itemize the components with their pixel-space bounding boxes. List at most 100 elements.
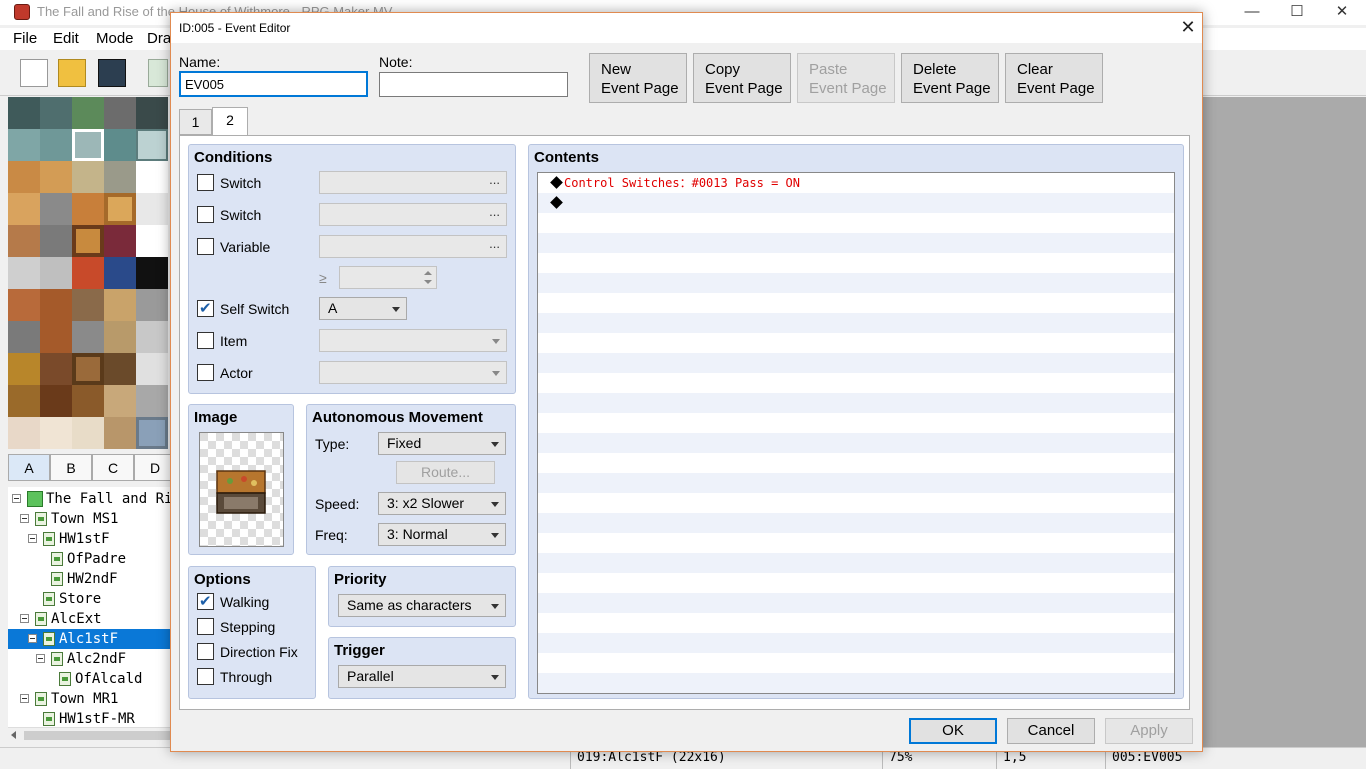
- collapse-icon[interactable]: [20, 694, 29, 703]
- tab-page-1[interactable]: 1: [179, 109, 212, 135]
- collapse-icon[interactable]: [20, 514, 29, 523]
- tile[interactable]: [40, 257, 72, 289]
- collapse-icon[interactable]: [36, 654, 45, 663]
- save-project-icon[interactable]: [98, 59, 126, 87]
- spin-down-icon[interactable]: [424, 280, 432, 284]
- menu-edit[interactable]: Edit: [53, 30, 79, 47]
- tileset-tab-a[interactable]: A: [8, 454, 50, 481]
- tile[interactable]: [104, 417, 136, 449]
- switch2-select[interactable]: ...: [319, 203, 507, 226]
- walking-checkbox[interactable]: [197, 592, 214, 610]
- menu-draw[interactable]: Dra: [147, 30, 171, 47]
- variable-select[interactable]: ...: [319, 235, 507, 258]
- new-event-page-button[interactable]: New Event Page: [589, 53, 687, 103]
- tile[interactable]: [136, 385, 168, 417]
- ok-button[interactable]: OK: [909, 718, 997, 744]
- maximize-button[interactable]: ☐: [1277, 2, 1317, 22]
- tile[interactable]: [72, 289, 104, 321]
- through-checkbox[interactable]: [197, 668, 214, 685]
- tile[interactable]: [72, 129, 104, 161]
- tile[interactable]: [40, 97, 72, 129]
- tree-item[interactable]: Alc1stF: [8, 629, 170, 649]
- tile[interactable]: [72, 385, 104, 417]
- collapse-icon[interactable]: [12, 494, 21, 503]
- tile[interactable]: [72, 161, 104, 193]
- tile[interactable]: [8, 353, 40, 385]
- map-tree[interactable]: The Fall and Rise Town MS1 HW1stF OfPadre HW…: [8, 487, 170, 727]
- tile[interactable]: [8, 161, 40, 193]
- tile[interactable]: [72, 353, 104, 385]
- tree-item[interactable]: The Fall and Rise: [8, 489, 170, 509]
- tree-item[interactable]: OfAlcald: [8, 669, 170, 689]
- tree-item[interactable]: HW1stF: [8, 529, 170, 549]
- clear-event-page-button[interactable]: Clear Event Page: [1005, 53, 1103, 103]
- collapse-icon[interactable]: [20, 614, 29, 623]
- tile[interactable]: [40, 161, 72, 193]
- tile[interactable]: [136, 193, 168, 225]
- priority-select[interactable]: Same as characters: [338, 594, 506, 617]
- tile[interactable]: [8, 257, 40, 289]
- event-command-line[interactable]: Control Switches：#0013 Pass = ON: [538, 173, 1174, 193]
- route-button[interactable]: Route...: [396, 461, 495, 484]
- event-image-preview[interactable]: [199, 432, 284, 547]
- tile[interactable]: [72, 225, 104, 257]
- scrollbar-thumb[interactable]: [24, 731, 170, 740]
- tile[interactable]: [136, 417, 168, 449]
- menu-mode[interactable]: Mode: [96, 30, 134, 47]
- tile[interactable]: [40, 225, 72, 257]
- tab-page-2[interactable]: 2: [212, 107, 248, 136]
- tile[interactable]: [40, 129, 72, 161]
- tile[interactable]: [72, 257, 104, 289]
- tile[interactable]: [136, 289, 168, 321]
- tile[interactable]: [104, 161, 136, 193]
- movement-type-select[interactable]: Fixed: [378, 432, 506, 455]
- tile[interactable]: [72, 321, 104, 353]
- tile[interactable]: [40, 321, 72, 353]
- note-input[interactable]: [379, 72, 568, 97]
- self-switch-select[interactable]: A: [319, 297, 407, 320]
- cut-icon[interactable]: [148, 59, 168, 87]
- app-close-button[interactable]: ✕: [1322, 2, 1362, 22]
- scroll-left-icon[interactable]: [11, 731, 16, 739]
- tile[interactable]: [136, 257, 168, 289]
- event-command-line[interactable]: [538, 193, 1174, 213]
- minimize-button[interactable]: —: [1232, 2, 1272, 22]
- variable-value-spinner[interactable]: [339, 266, 437, 289]
- tile[interactable]: [136, 129, 168, 161]
- event-commands-list[interactable]: Control Switches：#0013 Pass = ON: [537, 172, 1175, 694]
- tree-item[interactable]: HW2ndF: [8, 569, 170, 589]
- tree-item[interactable]: Town MR1: [8, 689, 170, 709]
- stepping-checkbox[interactable]: [197, 618, 214, 635]
- tile[interactable]: [72, 193, 104, 225]
- tileset-palette[interactable]: [8, 97, 168, 453]
- tile[interactable]: [8, 321, 40, 353]
- tile[interactable]: [8, 193, 40, 225]
- tree-item[interactable]: Store: [8, 589, 170, 609]
- tile[interactable]: [104, 289, 136, 321]
- collapse-icon[interactable]: [28, 534, 37, 543]
- tile[interactable]: [136, 161, 168, 193]
- tile[interactable]: [8, 225, 40, 257]
- switch1-select[interactable]: ...: [319, 171, 507, 194]
- tile[interactable]: [136, 353, 168, 385]
- movement-freq-select[interactable]: 3: Normal: [378, 523, 506, 546]
- tree-item[interactable]: HW1stF-MR: [8, 709, 170, 727]
- map-canvas[interactable]: [1203, 97, 1366, 747]
- new-project-icon[interactable]: [20, 59, 48, 87]
- tile[interactable]: [104, 353, 136, 385]
- tree-item[interactable]: Town MS1: [8, 509, 170, 529]
- tile[interactable]: [8, 97, 40, 129]
- tile[interactable]: [8, 417, 40, 449]
- tree-item[interactable]: OfPadre: [8, 549, 170, 569]
- close-icon[interactable]: ✕: [1177, 16, 1199, 38]
- tile[interactable]: [8, 129, 40, 161]
- switch2-checkbox[interactable]: [197, 206, 214, 223]
- tile[interactable]: [40, 353, 72, 385]
- tile[interactable]: [104, 321, 136, 353]
- movement-speed-select[interactable]: 3: x2 Slower: [378, 492, 506, 515]
- tileset-tab-b[interactable]: B: [50, 454, 92, 481]
- tile[interactable]: [40, 385, 72, 417]
- tile[interactable]: [136, 225, 168, 257]
- trigger-select[interactable]: Parallel: [338, 665, 506, 688]
- switch1-checkbox[interactable]: [197, 174, 214, 191]
